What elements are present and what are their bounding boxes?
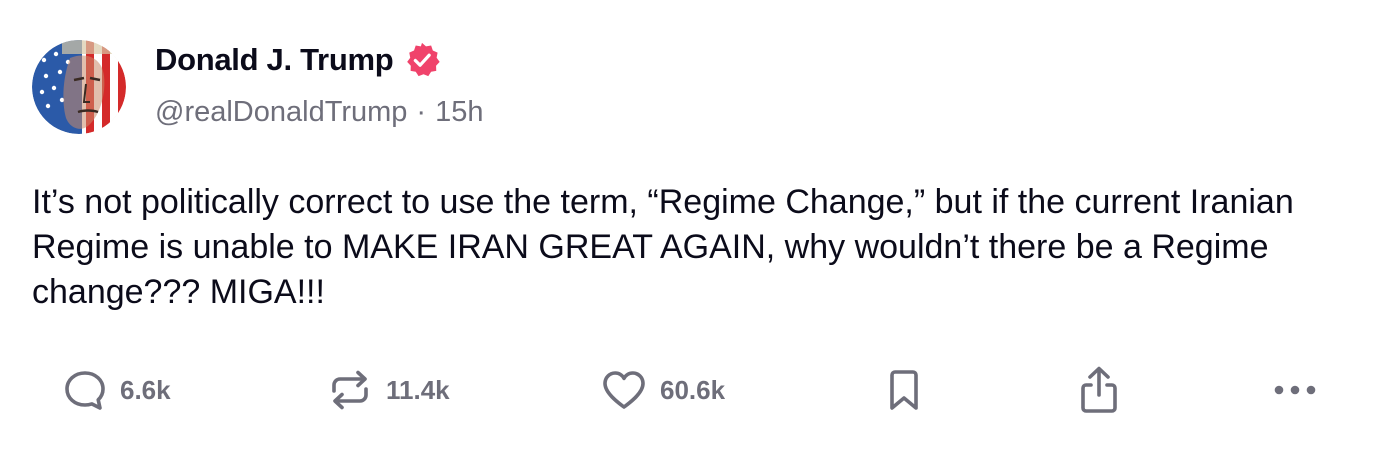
repost-icon bbox=[332, 370, 368, 410]
verified-badge-icon bbox=[407, 42, 441, 77]
reply-button[interactable]: 6.6k bbox=[62, 362, 171, 418]
author-handle[interactable]: @realDonaldTrump bbox=[155, 96, 407, 129]
share-button[interactable] bbox=[1077, 362, 1121, 418]
bookmark-icon bbox=[890, 370, 918, 410]
post-timestamp[interactable]: 15h bbox=[435, 96, 483, 129]
post-text: It’s not politically correct to use the … bbox=[32, 183, 1294, 311]
bookmark-button[interactable] bbox=[884, 362, 924, 418]
avatar[interactable] bbox=[32, 40, 126, 134]
author-meta-row: @realDonaldTrump · 15h bbox=[155, 96, 483, 129]
heart-icon bbox=[603, 371, 645, 409]
author-name-row: Donald J. Trump bbox=[155, 40, 441, 80]
ellipsis-icon bbox=[1274, 385, 1316, 395]
display-name[interactable]: Donald J. Trump bbox=[155, 42, 394, 78]
like-button[interactable]: 60.6k bbox=[600, 362, 725, 418]
like-count: 60.6k bbox=[660, 374, 726, 405]
post-card: Donald J. Trump @realDonaldTrump · 15h I… bbox=[0, 0, 1382, 456]
avatar-image bbox=[32, 40, 126, 134]
reply-count: 6.6k bbox=[120, 374, 171, 405]
repost-button[interactable]: 11.4k bbox=[326, 362, 450, 418]
action-bar: 6.6k 11.4k 60.6k bbox=[0, 362, 1382, 418]
reply-icon bbox=[65, 371, 105, 410]
share-icon bbox=[1081, 366, 1117, 413]
meta-separator: · bbox=[416, 96, 427, 128]
more-options-button[interactable] bbox=[1272, 362, 1318, 418]
repost-count: 11.4k bbox=[386, 374, 450, 405]
